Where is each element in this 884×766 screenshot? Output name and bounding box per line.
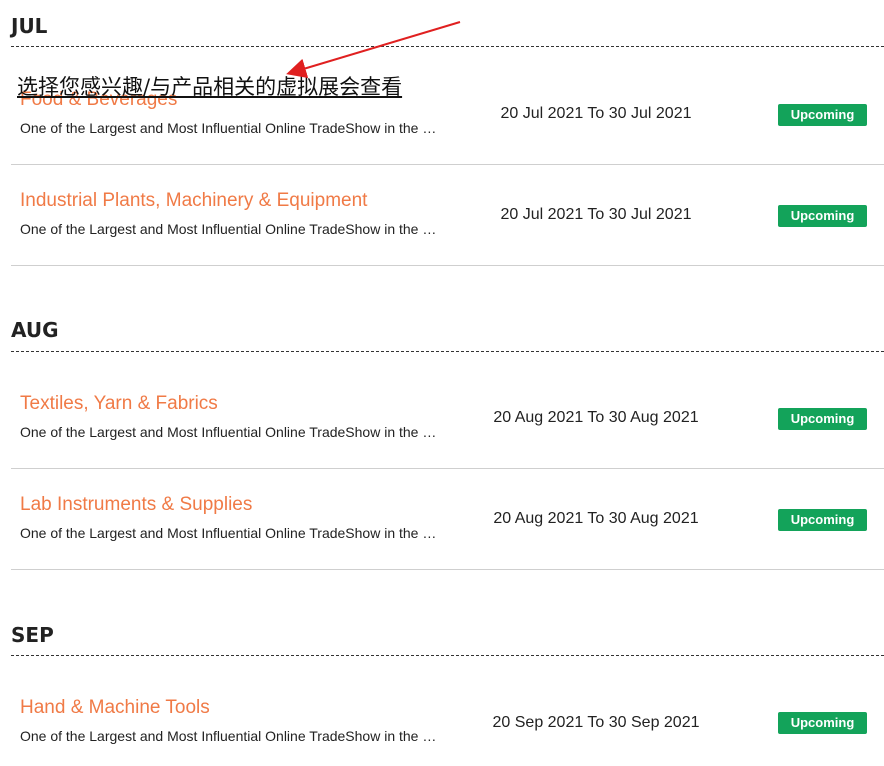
annotation-arrow-icon xyxy=(286,21,461,78)
